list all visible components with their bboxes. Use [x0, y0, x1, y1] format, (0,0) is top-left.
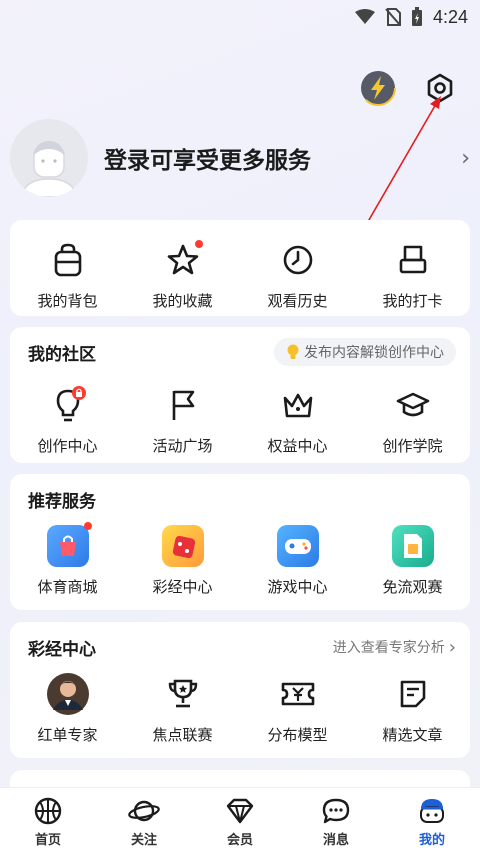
- quick-link-label: 观看历史: [267, 292, 328, 310]
- shopping-bag-icon: [46, 525, 89, 567]
- crown-icon: [283, 393, 312, 418]
- login-prompt[interactable]: 登录可享受更多服务: [104, 141, 440, 175]
- recommended-title: 推荐服务: [28, 491, 96, 512]
- tab-messages[interactable]: 消息: [288, 788, 384, 855]
- avatar[interactable]: [10, 119, 88, 197]
- chevron-right-icon: ›: [448, 636, 456, 658]
- lightning-icon: [360, 70, 396, 106]
- settings-button[interactable]: [420, 68, 460, 108]
- community-item-creator-center[interactable]: 创作中心: [10, 383, 125, 456]
- service-label: 游戏中心: [267, 578, 328, 596]
- lottery-card: 彩经中心 进入查看专家分析 › 红单专家 焦点联赛 分布模型 精选文章: [10, 622, 470, 758]
- lottery-item-label: 分布模型: [267, 726, 328, 744]
- service-label: 体育商城: [37, 578, 98, 596]
- backpack-icon: [54, 243, 81, 277]
- unlock-hint-text: 发布内容解锁创作中心: [304, 345, 444, 361]
- planet-icon: [128, 800, 160, 822]
- flag-icon: [172, 390, 194, 420]
- status-time: 4:24: [432, 6, 468, 27]
- tab-label: 消息: [322, 833, 349, 848]
- energy-button[interactable]: [358, 68, 398, 108]
- community-item-benefits[interactable]: 权益中心: [240, 383, 355, 456]
- default-avatar-icon: [21, 141, 77, 197]
- quick-link-checkin[interactable]: 我的打卡: [355, 238, 470, 311]
- expert-avatar: [46, 673, 89, 715]
- trophy-icon: [168, 679, 197, 708]
- tab-mine[interactable]: 我的: [384, 788, 480, 855]
- recommended-card: 推荐服务 体育商城 彩经中心 游戏中心 免流观赛: [10, 474, 470, 610]
- graduation-cap-icon: [396, 392, 429, 417]
- notification-dot: [83, 522, 92, 530]
- clock-icon: [283, 245, 312, 275]
- lottery-item-label: 精选文章: [382, 726, 443, 744]
- bottom-tab-bar: 首页 关注 会员 消息 我的: [0, 787, 480, 855]
- diamond-icon: [226, 798, 254, 824]
- lottery-title: 彩经中心: [28, 639, 96, 660]
- profile-row[interactable]: 登录可享受更多服务 ›: [10, 118, 470, 198]
- lottery-item-red-expert[interactable]: 红单专家: [10, 672, 125, 745]
- tab-membership[interactable]: 会员: [192, 788, 288, 855]
- star-icon: [167, 244, 198, 275]
- tab-label: 首页: [34, 833, 61, 848]
- lottery-item-focus-league[interactable]: 焦点联赛: [125, 672, 240, 745]
- gear-icon: [427, 73, 453, 103]
- no-sim-icon: [385, 8, 401, 26]
- quick-link-history[interactable]: 观看历史: [240, 238, 355, 311]
- expert-analysis-text: 进入查看专家分析: [332, 640, 445, 656]
- quick-links-card: 我的背包 我的收藏 观看历史 我的打卡: [10, 220, 470, 316]
- community-card: 我的社区 发布内容解锁创作中心 创作中心 活动广场 权益中心 创作学院: [10, 327, 470, 463]
- chat-bubble-icon: [322, 798, 350, 824]
- service-game-center[interactable]: 游戏中心: [240, 524, 355, 597]
- top-actions: [358, 68, 460, 108]
- tab-label: 关注: [130, 833, 157, 848]
- lottery-dice-icon: [161, 525, 204, 567]
- tab-follow[interactable]: 关注: [96, 788, 192, 855]
- basketball-icon: [34, 797, 62, 825]
- lightbulb-lock-icon: [56, 386, 86, 422]
- status-bar: 4:24: [0, 0, 480, 34]
- quick-link-label: 我的收藏: [152, 292, 213, 310]
- lottery-item-label: 红单专家: [37, 726, 98, 744]
- checkin-icon: [399, 245, 426, 274]
- service-label: 彩经中心: [152, 578, 213, 596]
- service-lottery-center[interactable]: 彩经中心: [125, 524, 240, 597]
- lottery-item-label: 焦点联赛: [152, 726, 213, 744]
- service-label: 免流观赛: [382, 578, 443, 596]
- community-title: 我的社区: [28, 344, 96, 365]
- tab-home[interactable]: 首页: [0, 788, 96, 855]
- article-icon: [400, 680, 425, 708]
- tab-label: 我的: [418, 833, 445, 848]
- community-item-label: 创作学院: [382, 437, 443, 455]
- unlock-hint[interactable]: 发布内容解锁创作中心: [274, 338, 456, 366]
- gamepad-icon: [276, 525, 319, 567]
- sim-card-icon: [391, 525, 434, 567]
- expert-analysis-link[interactable]: 进入查看专家分析 ›: [333, 637, 456, 658]
- community-item-academy[interactable]: 创作学院: [355, 383, 470, 456]
- quick-link-backpack[interactable]: 我的背包: [10, 238, 125, 311]
- community-item-label: 活动广场: [152, 437, 213, 455]
- service-free-data-watch[interactable]: 免流观赛: [355, 524, 470, 597]
- service-sports-mall[interactable]: 体育商城: [10, 522, 125, 597]
- ticket-icon: [281, 682, 314, 706]
- notification-dot: [194, 240, 203, 248]
- quick-link-label: 我的背包: [37, 292, 98, 310]
- quick-link-label: 我的打卡: [382, 292, 443, 310]
- quick-link-favorites[interactable]: 我的收藏: [125, 238, 240, 311]
- community-item-label: 创作中心: [37, 437, 98, 455]
- battery-icon: [411, 7, 422, 26]
- tab-label: 会员: [226, 833, 253, 848]
- wifi-icon: [354, 9, 375, 24]
- chevron-right-icon[interactable]: ›: [440, 146, 470, 171]
- profile-face-icon: [420, 799, 444, 823]
- bulb-icon: [287, 344, 299, 359]
- community-item-label: 权益中心: [267, 437, 328, 455]
- lottery-item-distribution-model[interactable]: 分布模型: [240, 672, 355, 745]
- lottery-item-featured-articles[interactable]: 精选文章: [355, 672, 470, 745]
- community-item-activity-square[interactable]: 活动广场: [125, 383, 240, 456]
